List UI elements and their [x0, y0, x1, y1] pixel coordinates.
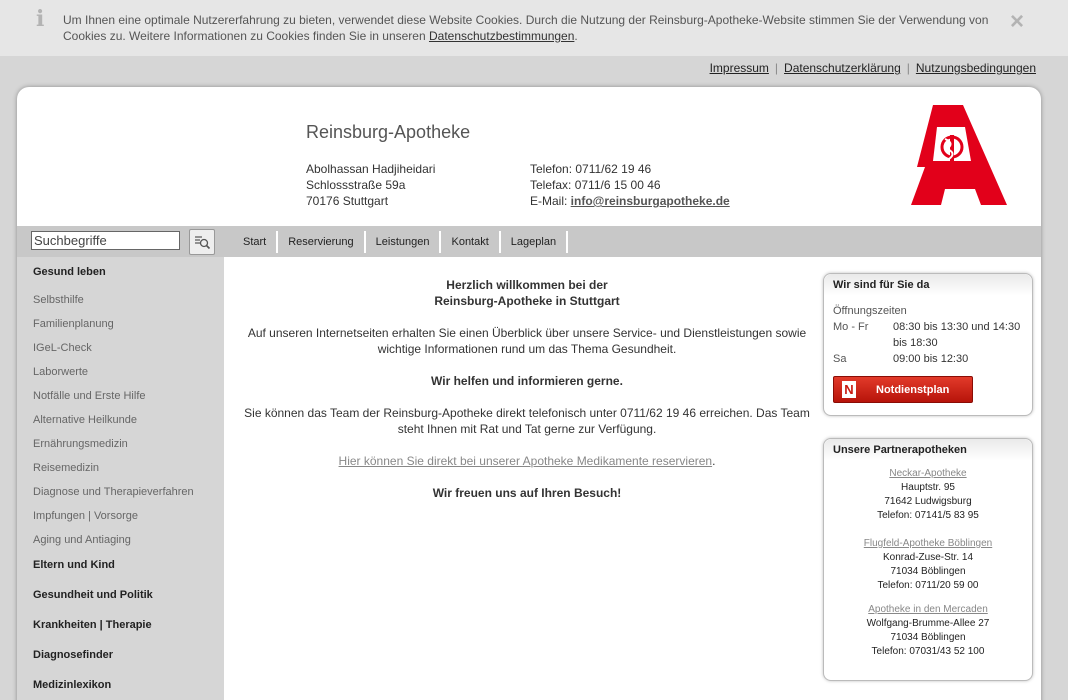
hours-time: 09:00 bis 12:30: [893, 353, 969, 365]
sidebar: Gesund leben Selbsthilfe Familienplanung…: [17, 257, 224, 700]
partner-street: Hauptstr. 95: [901, 482, 955, 493]
cookie-text-end: .: [574, 29, 578, 43]
notdienstplan-button[interactable]: N Notdienstplan: [833, 376, 973, 403]
partner-city: 71034 Böblingen: [890, 566, 966, 577]
partner-phone: Telefon: 07031/43 52 100: [871, 646, 985, 657]
fax: Telefax: 0711/6 15 00 46: [530, 178, 661, 192]
hours-day: Sa: [833, 353, 847, 365]
sidebar-item-selbsthilfe[interactable]: Selbsthilfe: [33, 294, 84, 306]
hours-label: Öffnungszeiten: [833, 305, 907, 317]
partner-link[interactable]: Neckar-Apotheke: [889, 468, 966, 479]
partner-street: Konrad-Zuse-Str. 14: [882, 552, 974, 563]
email-row: E-Mail: info@reinsburgapotheke.de: [530, 193, 730, 209]
info-icon: i: [36, 6, 45, 32]
partner-city: 71642 Ludwigsburg: [884, 496, 972, 507]
separator: |: [906, 61, 910, 75]
sidebar-item-aging[interactable]: Aging und Antiaging: [33, 534, 131, 546]
sidebar-item-gesundheit-politik[interactable]: Gesundheit und Politik: [33, 589, 153, 601]
address: Abolhassan Hadjiheidari Schlossstraße 59…: [306, 161, 435, 209]
sidebar-item-impfungen[interactable]: Impfungen | Vorsorge: [33, 510, 138, 522]
partner-link[interactable]: Apotheke in den Mercaden: [868, 604, 988, 615]
partner-title: Unsere Partnerapotheken: [824, 439, 1032, 461]
sidebar-item-krankheiten[interactable]: Krankheiten | Therapie: [33, 619, 152, 631]
partner-box: Unsere Partnerapotheken Neckar-Apotheke …: [823, 438, 1033, 681]
nav-bar: Start Reservierung Leistungen Kontakt La…: [17, 226, 1041, 257]
sidebar-item-alternative-heilkunde[interactable]: Alternative Heilkunde: [33, 414, 137, 426]
sidebar-item-medizinlexikon[interactable]: Medizinlexikon: [33, 679, 111, 691]
owner-name: Abolhassan Hadjiheidari: [306, 162, 436, 176]
main-card: Reinsburg-Apotheke Abolhassan Hadjiheida…: [17, 87, 1041, 700]
main-content: Herzlich willkommen bei der Reinsburg-Apo…: [242, 277, 812, 517]
partner-item: Neckar-Apotheke Hauptstr. 95 71642 Ludwi…: [828, 467, 1028, 523]
nav-start[interactable]: Start: [233, 231, 279, 253]
datenschutz-link[interactable]: Datenschutzerklärung: [784, 61, 901, 75]
nav-lageplan[interactable]: Lageplan: [501, 231, 569, 253]
sidebar-item-laborwerte[interactable]: Laborwerte: [33, 366, 88, 378]
reserve-end: .: [712, 454, 716, 468]
close-icon[interactable]: ×: [1010, 8, 1024, 36]
nav-kontakt[interactable]: Kontakt: [441, 231, 501, 253]
partner-link[interactable]: Flugfeld-Apotheke Böblingen: [864, 538, 992, 549]
partner-phone: Telefon: 07141/5 83 95: [877, 510, 979, 521]
sidebar-item-gesund-leben[interactable]: Gesund leben: [33, 266, 106, 278]
partner-item: Apotheke in den Mercaden Wolfgang-Brumme…: [828, 603, 1028, 659]
hours-title: Wir sind für Sie da: [824, 274, 1032, 296]
search-input[interactable]: [31, 231, 180, 250]
visit-text: Wir freuen uns auf Ihren Besuch!: [432, 486, 622, 500]
main-menu: Start Reservierung Leistungen Kontakt La…: [233, 231, 569, 253]
contact-info: Telefon: 0711/62 19 46 Telefax: 0711/6 1…: [530, 161, 730, 209]
partner-item: Flugfeld-Apotheke Böblingen Konrad-Zuse-…: [828, 537, 1028, 593]
intro-text: Auf unseren Internetseiten erhalten Sie …: [247, 326, 807, 356]
sidebar-item-familienplanung[interactable]: Familienplanung: [33, 318, 114, 330]
reserve-link[interactable]: Hier können Sie direkt bei unserer Apoth…: [339, 454, 713, 468]
sidebar-item-notfaelle[interactable]: Notfälle und Erste Hilfe: [33, 390, 146, 402]
separator: |: [774, 61, 779, 75]
welcome-line-2: Reinsburg-Apotheke in Stuttgart: [434, 294, 620, 308]
help-text: Wir helfen und informieren gerne.: [431, 374, 623, 388]
email-link[interactable]: info@reinsburgapotheke.de: [571, 194, 730, 208]
impressum-link[interactable]: Impressum: [710, 61, 769, 75]
welcome-heading: Herzlich willkommen bei der Reinsburg-Apo…: [242, 277, 812, 309]
hours-row: Mo - Fr 08:30 bis 13:30 und 14:30 bis 18…: [833, 319, 1023, 351]
search-button[interactable]: [189, 229, 215, 255]
notdienst-label: Notdienstplan: [876, 383, 950, 396]
hours-day: Mo - Fr: [833, 321, 869, 333]
sidebar-item-eltern-kind[interactable]: Eltern und Kind: [33, 559, 115, 571]
reserve-paragraph: Hier können Sie direkt bei unserer Apoth…: [242, 453, 812, 469]
sidebar-item-ernaehrungsmedizin[interactable]: Ernährungsmedizin: [33, 438, 128, 450]
sidebar-item-igel-check[interactable]: IGeL-Check: [33, 342, 92, 354]
sidebar-item-diagnosefinder[interactable]: Diagnosefinder: [33, 649, 113, 661]
hours-list: Öffnungszeiten Mo - Fr 08:30 bis 13:30 u…: [824, 303, 1032, 367]
top-links: Impressum | Datenschutzerklärung | Nutzungsb…: [710, 61, 1036, 75]
nav-leistungen[interactable]: Leistungen: [366, 231, 442, 253]
search-icon: [195, 236, 211, 250]
partner-city: 71034 Böblingen: [890, 632, 966, 643]
hours-time: 08:30 bis 13:30 und 14:30 bis 18:30: [893, 321, 1021, 349]
partner-phone: Telefon: 0711/20 59 00: [877, 580, 979, 591]
sidebar-item-reisemedizin[interactable]: Reisemedizin: [33, 462, 99, 474]
partner-street: Wolfgang-Brumme-Allee 27: [866, 618, 990, 629]
hours-row: Sa 09:00 bis 12:30: [833, 351, 1023, 367]
phone: Telefon: 0711/62 19 46: [530, 162, 652, 176]
nutzungsbedingungen-link[interactable]: Nutzungsbedingungen: [916, 61, 1036, 75]
sidebar-item-diagnose-therapie[interactable]: Diagnose und Therapieverfahren: [33, 486, 194, 498]
opening-hours-box: Wir sind für Sie da Öffnungszeiten Mo - …: [823, 273, 1033, 416]
nav-reservierung[interactable]: Reservierung: [278, 231, 366, 253]
welcome-line-1: Herzlich willkommen bei der: [446, 278, 608, 292]
email-label: E-Mail:: [530, 194, 571, 208]
cookie-text: Um Ihnen eine optimale Nutzererfahrung z…: [63, 12, 993, 44]
partner-list: Neckar-Apotheke Hauptstr. 95 71642 Ludwi…: [824, 461, 1032, 659]
phone-text: Sie können das Team der Reinsburg-Apothe…: [244, 406, 810, 436]
apotheke-logo-icon: [911, 105, 1007, 205]
cookie-banner: i Um Ihnen eine optimale Nutzererfahrung…: [0, 0, 1068, 56]
privacy-link[interactable]: Datenschutzbestimmungen: [429, 29, 574, 43]
city: 70176 Stuttgart: [306, 194, 389, 208]
notdienst-n-icon: N: [842, 381, 856, 398]
street: Schlossstraße 59a: [306, 178, 406, 192]
pharmacy-name: Reinsburg-Apotheke: [306, 122, 471, 142]
